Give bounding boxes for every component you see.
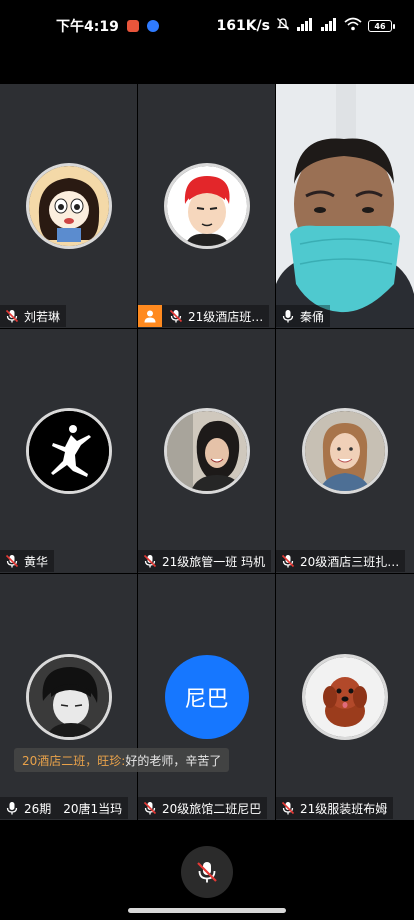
participant-name-tag: 20级酒店三班扎… (276, 550, 406, 572)
participant-name: 21级酒店班… (188, 309, 264, 324)
participant-tile[interactable]: 刘若琳 (0, 84, 137, 328)
participant-name-tag: 黄华 (0, 550, 55, 572)
participant-name: 20级旅馆二班尼巴 (162, 801, 262, 816)
participant-name: 黄华 (24, 554, 49, 569)
mic-muted-icon (4, 308, 20, 324)
home-indicator[interactable] (128, 908, 286, 913)
participant-tile[interactable]: 尼巴 20级旅馆二班尼巴 (138, 574, 275, 820)
status-right-group: 161K/s 46 (216, 17, 395, 35)
participant-name-tag: 21级服装班布姆 (276, 797, 394, 819)
wifi-icon (344, 17, 362, 35)
participant-name-tag: 刘若琳 (0, 305, 67, 327)
participant-name: 21级旅管一班 玛机 (162, 554, 266, 569)
mic-muted-icon (280, 800, 296, 816)
participant-avatar-photo-girl-smiling (302, 408, 388, 494)
mic-on-icon (280, 308, 296, 324)
participant-name-tag: 21级旅管一班 玛机 (138, 550, 272, 572)
host-badge-icon (138, 305, 162, 327)
message-app-icon (146, 20, 159, 32)
chat-message-popup[interactable]: 20酒店二班，旺珍: 好的老师，辛苦了 (14, 748, 230, 772)
participant-name: 刘若琳 (24, 309, 61, 324)
participant-avatar-puppy (302, 654, 388, 740)
participant-avatar-jumpman-logo (25, 408, 112, 494)
mic-muted-icon (168, 308, 184, 324)
battery-icon: 46 (368, 20, 395, 32)
status-bar: 下午4:19 161K/s 46 (0, 0, 414, 52)
participant-name: 26期 20唐1当玛 (24, 801, 123, 816)
participant-avatar-red-hair-anime (163, 163, 250, 249)
chat-message-text: 好的老师，辛苦了 (125, 753, 222, 768)
participant-name: 20级酒店三班扎… (300, 554, 400, 569)
participant-tile[interactable]: 21级酒店班… (138, 84, 275, 328)
status-time: 下午4:19 (56, 19, 119, 35)
participant-avatar-anime-boy-dark (25, 654, 112, 740)
participant-tile[interactable]: 26期 20唐1当玛 (0, 574, 137, 820)
participant-name-tag: 21级酒店班… (138, 305, 270, 327)
mic-muted-icon (280, 553, 296, 569)
participant-tile[interactable]: 20级酒店三班扎… (276, 329, 414, 573)
participant-grid: 刘若琳 21级酒店班… 秦俑 黄华 21级旅管一班 玛机 20级酒店三班扎… 2… (0, 84, 414, 820)
participant-tile[interactable]: 21级旅管一班 玛机 (138, 329, 275, 573)
signal-icon (296, 17, 314, 35)
participant-name-tag: 秦俑 (276, 305, 331, 327)
mic-toggle-button[interactable] (181, 846, 233, 898)
mic-muted-icon (197, 862, 217, 883)
mic-on-icon (4, 800, 20, 816)
participant-name-tag: 26期 20唐1当玛 (0, 797, 129, 819)
participant-avatar-photo-woman-laughing (163, 408, 250, 494)
mic-muted-icon (4, 553, 20, 569)
participant-avatar-initials: 尼巴 (164, 655, 249, 739)
mic-muted-icon (142, 553, 158, 569)
participant-tile[interactable]: 21级服装班布姆 (276, 574, 414, 820)
battery-level: 46 (374, 21, 386, 31)
mute-icon (276, 17, 290, 35)
bottom-control-bar (0, 820, 414, 920)
notification-app-icon (126, 20, 139, 32)
participant-video-feed (276, 84, 414, 328)
participant-avatar-cartoon-girl (25, 163, 112, 249)
participant-tile[interactable]: 黄华 (0, 329, 137, 573)
participant-name: 秦俑 (300, 309, 325, 324)
participant-tile-active-speaker[interactable]: 秦俑 (276, 84, 414, 328)
network-speed: 161K/s (216, 18, 270, 34)
participant-name: 21级服装班布姆 (300, 801, 388, 816)
mic-muted-icon (142, 800, 158, 816)
participant-name-tag: 20级旅馆二班尼巴 (138, 797, 268, 819)
signal-icon (320, 17, 338, 35)
chat-sender: 20酒店二班，旺珍: (22, 753, 126, 768)
